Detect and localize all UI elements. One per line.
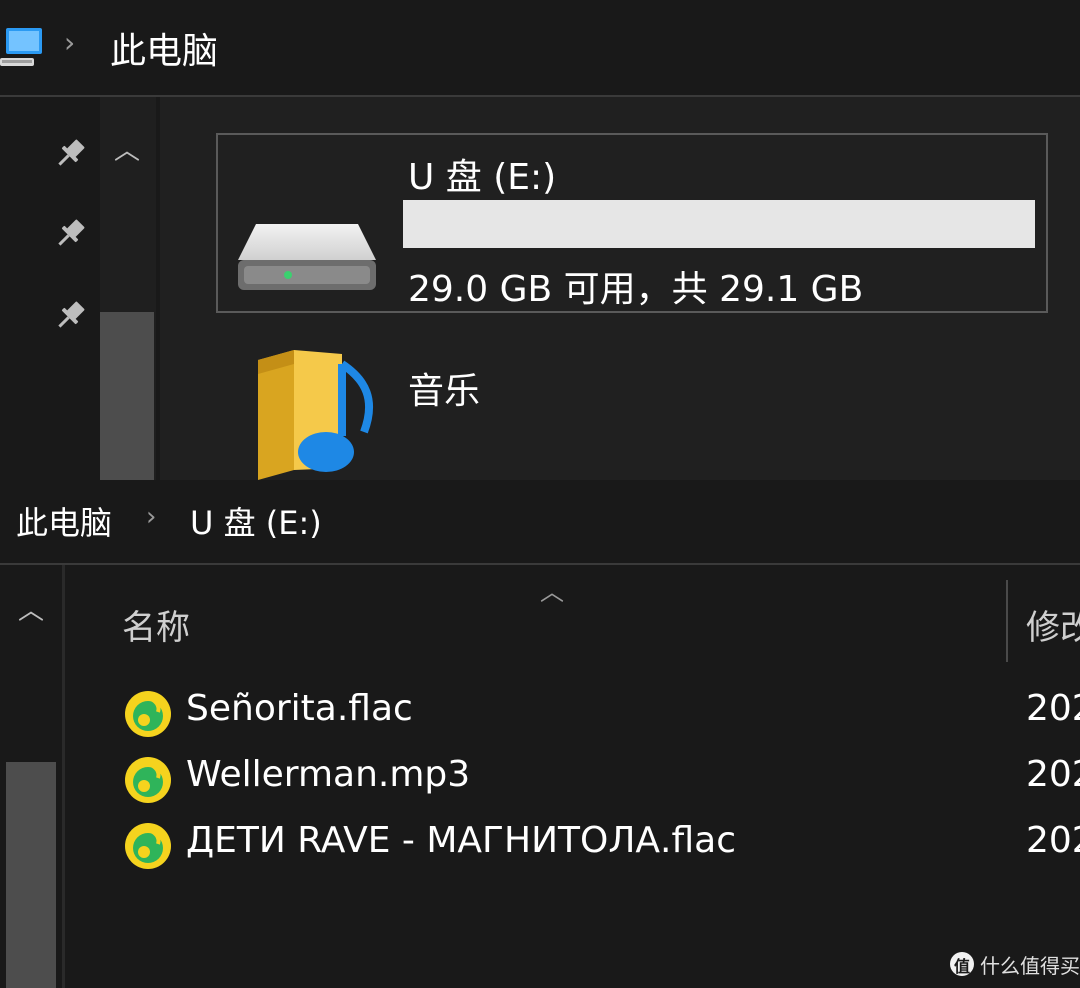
breadcrumb-chevron-icon: ›	[146, 502, 157, 532]
watermark-text: 什么值得买	[980, 954, 1080, 978]
this-pc-icon	[0, 28, 42, 66]
bottom-address-bar[interactable]	[0, 480, 1080, 564]
file-modified-date: 202	[1026, 688, 1080, 729]
qq-music-file-icon	[125, 691, 171, 737]
file-row[interactable]: Wellerman.mp3 202	[120, 750, 1080, 806]
column-header-name[interactable]: 名称	[122, 600, 190, 649]
column-header-modified[interactable]: 修改	[1026, 600, 1080, 649]
qq-music-file-icon	[125, 823, 171, 869]
scroll-up-arrow-icon[interactable]: ︿	[114, 130, 140, 167]
file-row[interactable]: ДЕТИ RAVE - МАГНИТОЛА.flac 202	[120, 816, 1080, 872]
watermark-logo: 值	[950, 952, 974, 976]
breadcrumb-chevron-icon: ›	[64, 26, 76, 59]
music-folder-icon[interactable]	[246, 340, 386, 480]
file-name[interactable]: ДЕТИ RAVE - МАГНИТОЛА.flac	[186, 820, 736, 861]
usb-drive-icon	[238, 224, 376, 290]
bottom-scrollbar-thumb[interactable]	[6, 762, 56, 988]
pin-icon[interactable]	[52, 136, 88, 172]
column-resize-handle[interactable]	[1006, 580, 1008, 662]
scroll-up-arrow-icon[interactable]: ︿	[18, 590, 44, 627]
file-modified-date: 202	[1026, 754, 1080, 795]
sort-ascending-icon: ︿	[540, 578, 564, 606]
breadcrumb-this-pc[interactable]: 此电脑	[110, 22, 218, 74]
music-folder-label[interactable]: 音乐	[408, 362, 480, 414]
file-modified-date: 202	[1026, 820, 1080, 861]
breadcrumb-this-pc[interactable]: 此电脑	[16, 498, 112, 544]
file-name[interactable]: Señorita.flac	[186, 688, 413, 729]
file-name[interactable]: Wellerman.mp3	[186, 754, 470, 795]
file-row[interactable]: Señorita.flac 202	[120, 684, 1080, 740]
pin-icon[interactable]	[52, 216, 88, 252]
qq-music-file-icon	[125, 757, 171, 803]
breadcrumb-drive-e[interactable]: U 盘 (E:)	[190, 498, 322, 544]
drive-usage-fill	[403, 200, 1035, 248]
watermark-badge-text: 值	[953, 957, 970, 976]
pin-icon[interactable]	[52, 298, 88, 334]
drive-free-space: 29.0 GB 可用，共 29.1 GB	[408, 269, 864, 310]
drive-name: U 盘 (E:)	[408, 157, 557, 198]
top-scrollbar-thumb[interactable]	[100, 312, 154, 480]
